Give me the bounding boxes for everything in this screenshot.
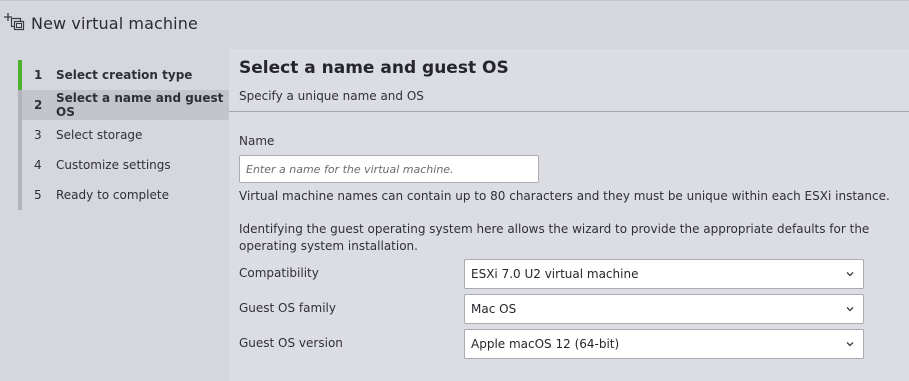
chevron-down-icon <box>846 342 854 347</box>
window-title: New virtual machine <box>31 14 198 33</box>
step-number: 3 <box>34 128 42 142</box>
step-number: 5 <box>34 188 42 202</box>
guest-os-version-select[interactable]: Apple macOS 12 (64-bit) <box>464 329 864 359</box>
name-label: Name <box>239 134 275 148</box>
step-label: Select a name and guest OS <box>56 91 224 119</box>
name-help-text: Virtual machine names can contain up to … <box>239 189 890 203</box>
page-subtitle: Specify a unique name and OS <box>239 89 424 103</box>
guest-os-family-select[interactable]: Mac OS <box>464 294 864 324</box>
new-vm-wizard-window: New virtual machine 1 Select creation ty… <box>0 0 909 381</box>
wizard-main-panel: Select a name and guest OS Specify a uni… <box>229 49 909 381</box>
guest-os-family-value: Mac OS <box>471 302 517 316</box>
guest-os-version-label: Guest OS version <box>239 336 343 350</box>
compatibility-value: ESXi 7.0 U2 virtual machine <box>471 267 639 281</box>
step-label: Select storage <box>56 128 143 142</box>
step-select-name-and-guest-os[interactable]: 2 Select a name and guest OS <box>18 90 229 120</box>
page-title: Select a name and guest OS <box>239 58 509 78</box>
step-customize-settings[interactable]: 4 Customize settings <box>18 150 229 180</box>
step-label: Select creation type <box>56 68 193 82</box>
step-number: 4 <box>34 158 42 172</box>
guest-os-family-label: Guest OS family <box>239 301 336 315</box>
vm-name-input[interactable] <box>239 155 539 183</box>
chevron-down-icon <box>846 307 854 312</box>
step-number: 1 <box>34 68 43 82</box>
step-number: 2 <box>34 98 43 112</box>
compatibility-select[interactable]: ESXi 7.0 U2 virtual machine <box>464 259 864 289</box>
guest-os-help-text: Identifying the guest operating system h… <box>239 222 870 253</box>
step-select-storage[interactable]: 3 Select storage <box>18 120 229 150</box>
header-divider <box>229 111 909 112</box>
guest-os-version-value: Apple macOS 12 (64-bit) <box>471 337 620 351</box>
step-label: Customize settings <box>56 158 171 172</box>
wizard-steps-sidebar: 1 Select creation type 2 Select a name a… <box>0 49 229 381</box>
new-vm-icon <box>3 12 25 32</box>
step-ready-to-complete[interactable]: 5 Ready to complete <box>18 180 229 210</box>
step-label: Ready to complete <box>56 188 169 202</box>
title-bar: New virtual machine <box>0 1 909 49</box>
step-select-creation-type[interactable]: 1 Select creation type <box>18 60 229 90</box>
compatibility-label: Compatibility <box>239 266 319 280</box>
chevron-down-icon <box>846 272 854 277</box>
